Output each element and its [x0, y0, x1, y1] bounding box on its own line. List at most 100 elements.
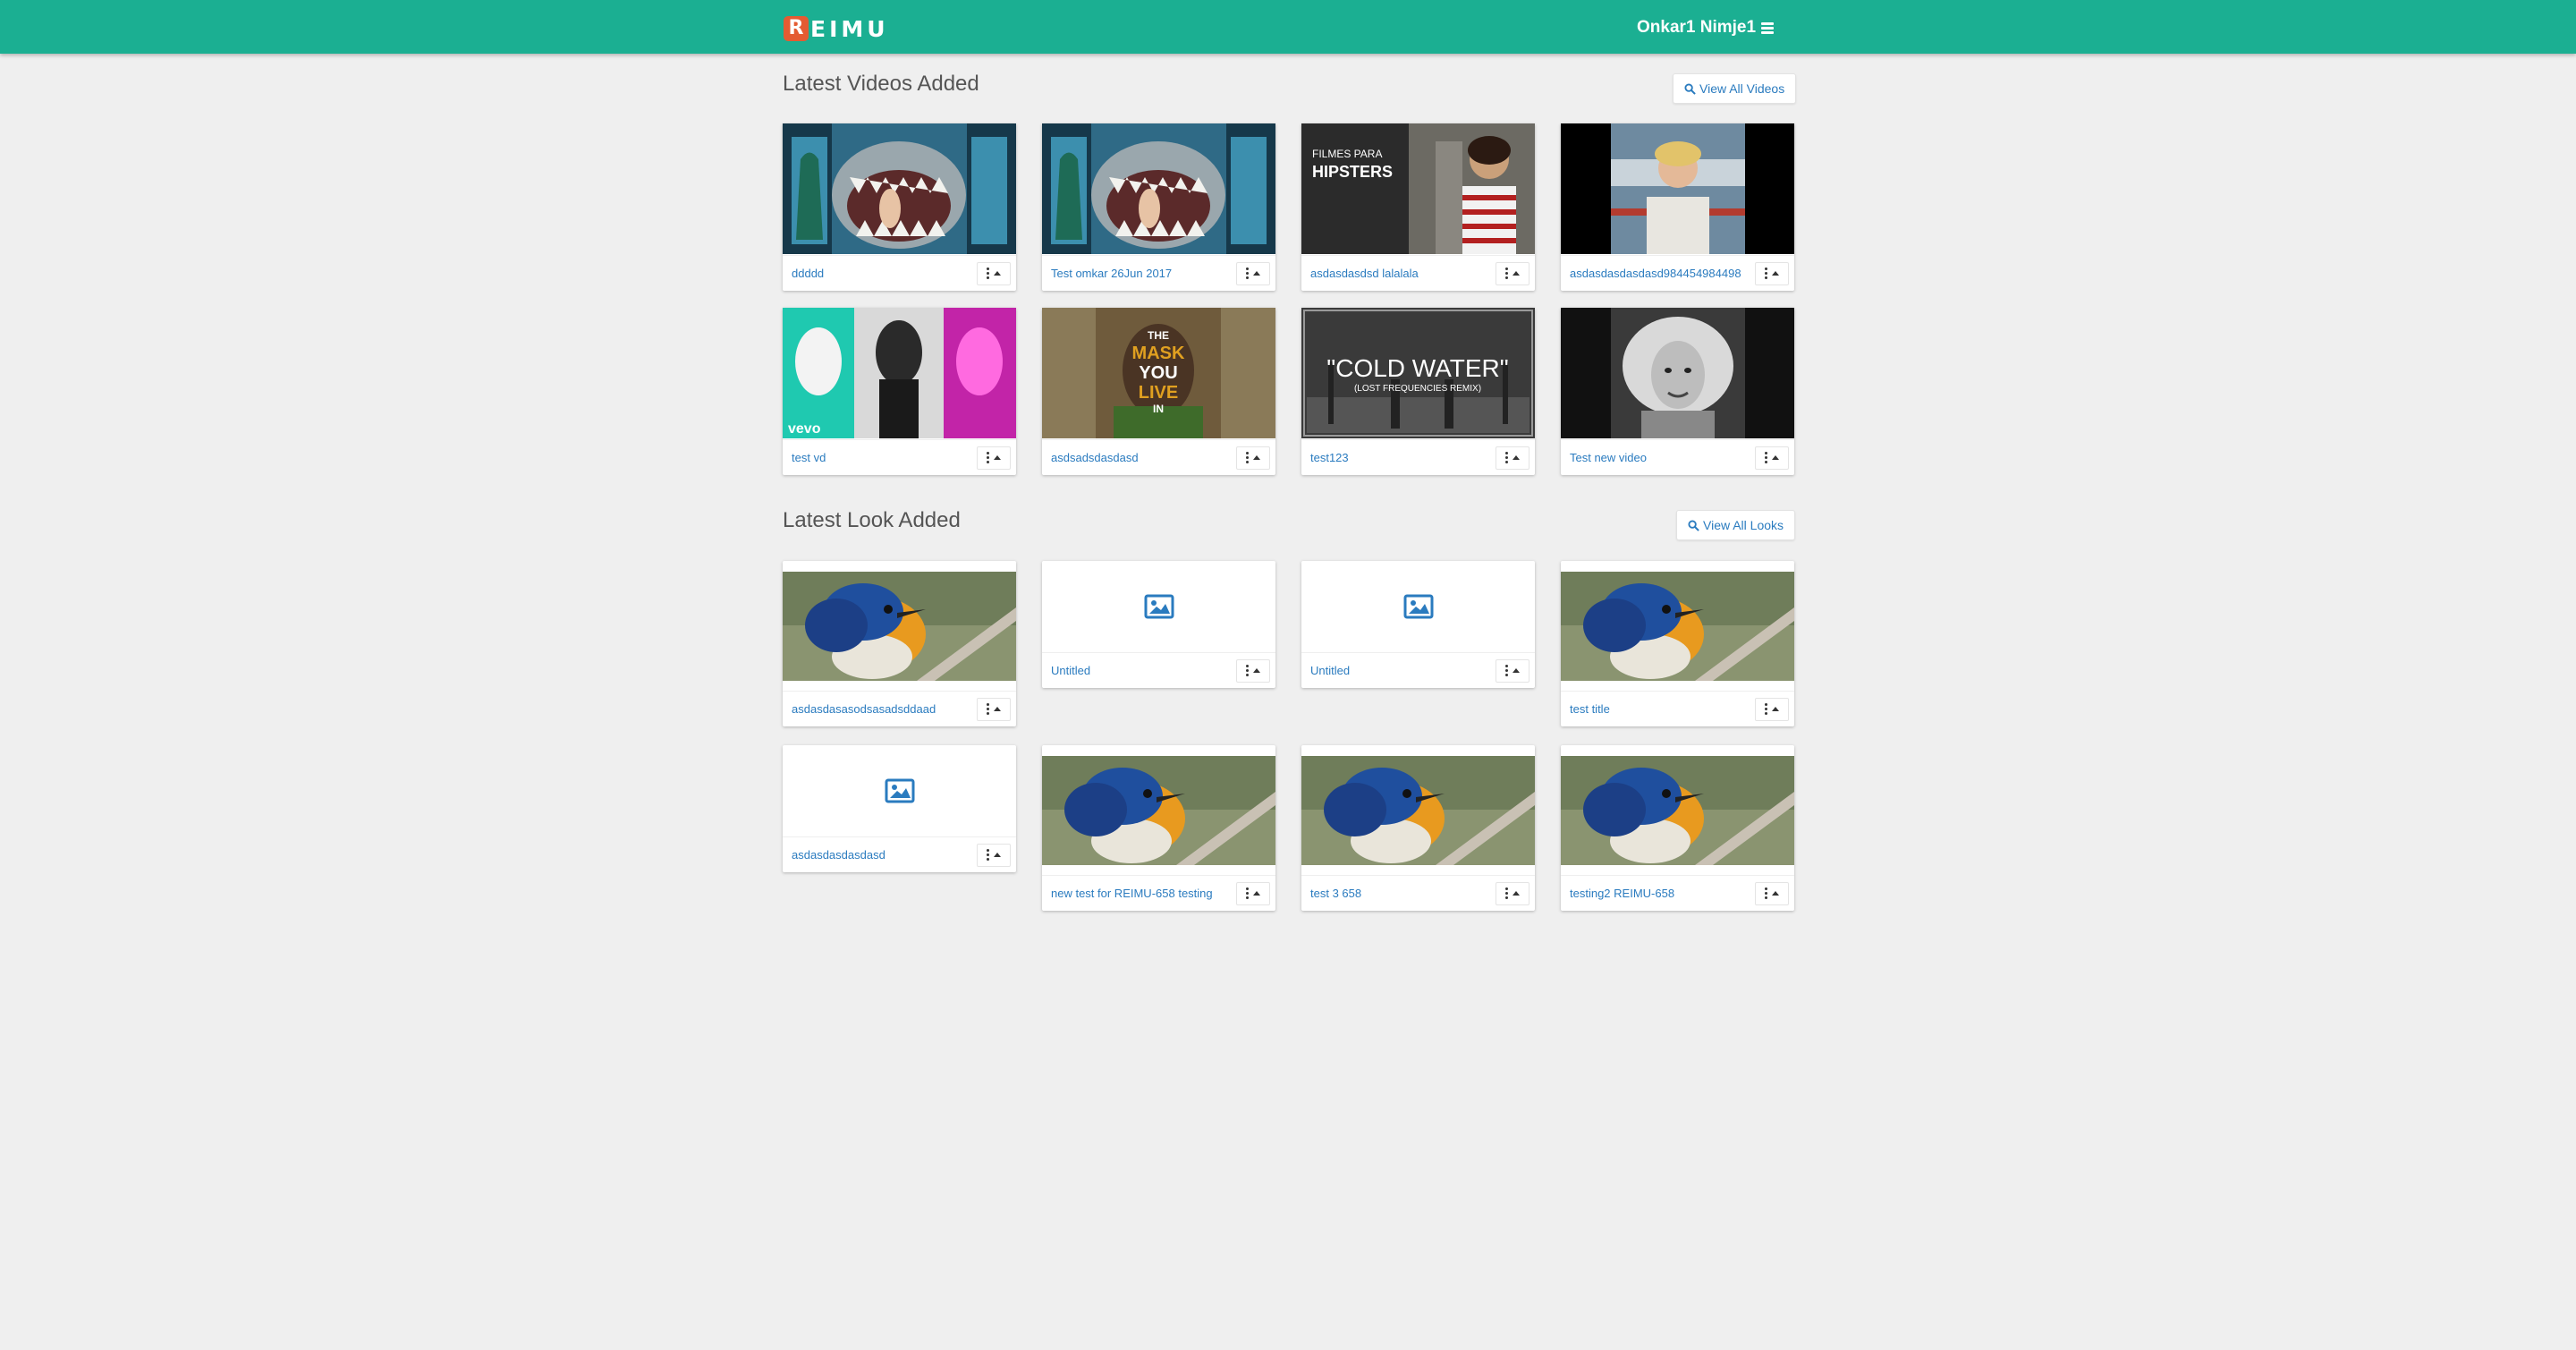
- video-thumbnail[interactable]: [1561, 308, 1794, 438]
- card-options-button[interactable]: [977, 843, 1011, 867]
- card-options-button[interactable]: [1236, 658, 1270, 683]
- video-thumbnail[interactable]: THE MASK YOU LIVE IN: [1042, 308, 1275, 438]
- video-title-link[interactable]: test123: [1310, 451, 1496, 464]
- card-footer: asdasdasdasdasd: [783, 836, 1016, 872]
- look-title-link[interactable]: asdasdasdasdasd: [792, 848, 977, 862]
- image-placeholder-icon: [1144, 594, 1174, 619]
- top-navbar: R EIMU Onkar1 Nimje1: [0, 0, 2576, 54]
- thumb-caption: THE: [1148, 329, 1169, 342]
- look-thumbnail[interactable]: [1042, 756, 1275, 865]
- more-vertical-icon: [1246, 267, 1249, 279]
- look-title-link[interactable]: Untitled: [1051, 664, 1236, 677]
- look-card[interactable]: test 3 658: [1301, 745, 1535, 911]
- card-footer: test title: [1561, 691, 1794, 726]
- card-options-button[interactable]: [1755, 697, 1789, 721]
- look-card[interactable]: Untitled: [1301, 561, 1535, 688]
- video-card[interactable]: Test new video: [1561, 308, 1794, 475]
- look-title-link[interactable]: asdasdasasodsasadsddaad: [792, 702, 977, 716]
- card-footer: asdasdasasodsasadsddaad: [783, 691, 1016, 726]
- video-title-link[interactable]: asdasdasdasdasd984454984498: [1570, 267, 1755, 280]
- video-title-link[interactable]: Test new video: [1570, 451, 1755, 464]
- look-card[interactable]: asdasdasdasdasd: [783, 745, 1016, 872]
- card-options-button[interactable]: [1496, 261, 1530, 285]
- video-card[interactable]: asdasdasdasdasd984454984498: [1561, 123, 1794, 291]
- more-vertical-icon: [987, 452, 989, 463]
- card-options-button[interactable]: [1236, 881, 1270, 905]
- video-card[interactable]: "COLD WATER" (LOST FREQUENCIES REMIX) te…: [1301, 308, 1535, 475]
- video-card[interactable]: vevo test vd: [783, 308, 1016, 475]
- more-vertical-icon: [1765, 703, 1767, 715]
- thumb-caption: LIVE: [1139, 383, 1178, 403]
- look-thumbnail[interactable]: [1561, 756, 1794, 865]
- look-card[interactable]: Untitled: [1042, 561, 1275, 688]
- card-options-button[interactable]: [977, 446, 1011, 470]
- look-card[interactable]: testing2 REIMU-658: [1561, 745, 1794, 911]
- caret-up-icon: [1513, 668, 1520, 673]
- video-title-link[interactable]: Test omkar 26Jun 2017: [1051, 267, 1236, 280]
- card-options-button[interactable]: [1236, 261, 1270, 285]
- card-options-button[interactable]: [1496, 446, 1530, 470]
- video-title-link[interactable]: asdsadsdasdasd: [1051, 451, 1236, 464]
- video-card[interactable]: THE MASK YOU LIVE IN asdsadsdasdasd: [1042, 308, 1275, 475]
- video-thumbnail[interactable]: "COLD WATER" (LOST FREQUENCIES REMIX): [1301, 308, 1535, 438]
- card-options-button[interactable]: [1755, 446, 1789, 470]
- logo-text: EIMU: [810, 15, 889, 42]
- user-menu[interactable]: Onkar1 Nimje1: [1637, 16, 1775, 39]
- more-vertical-icon: [1765, 452, 1767, 463]
- look-thumbnail[interactable]: [783, 572, 1016, 681]
- video-title-link[interactable]: ddddd: [792, 267, 977, 280]
- card-options-button[interactable]: [1236, 446, 1270, 470]
- card-options-button[interactable]: [977, 261, 1011, 285]
- video-thumbnail[interactable]: [1042, 123, 1275, 254]
- look-title-link[interactable]: Untitled: [1310, 664, 1496, 677]
- more-vertical-icon: [1765, 887, 1767, 899]
- card-options-button[interactable]: [1755, 881, 1789, 905]
- video-thumbnail[interactable]: [783, 123, 1016, 254]
- card-options-button[interactable]: [1755, 261, 1789, 285]
- look-thumbnail[interactable]: [783, 745, 1016, 836]
- caret-up-icon: [994, 853, 1001, 857]
- more-vertical-icon: [987, 703, 989, 715]
- look-title-link[interactable]: testing2 REIMU-658: [1570, 887, 1755, 900]
- caret-up-icon: [1253, 668, 1260, 673]
- card-footer: new test for REIMU-658 testing: [1042, 875, 1275, 911]
- search-icon: [1688, 519, 1699, 531]
- caret-up-icon: [994, 271, 1001, 276]
- video-thumbnail[interactable]: FILMES PARA HIPSTERS: [1301, 123, 1535, 254]
- video-title-link[interactable]: test vd: [792, 451, 977, 464]
- video-card[interactable]: ddddd: [783, 123, 1016, 291]
- view-all-looks-button[interactable]: View All Looks: [1676, 510, 1796, 540]
- look-thumbnail[interactable]: [1561, 572, 1794, 681]
- view-all-videos-button[interactable]: View All Videos: [1673, 73, 1797, 104]
- view-all-videos-label: View All Videos: [1699, 81, 1785, 96]
- more-vertical-icon: [1246, 452, 1249, 463]
- card-footer: asdasdasdasdasd984454984498: [1561, 255, 1794, 291]
- video-title-link[interactable]: asdasdasdsd lalalala: [1310, 267, 1496, 280]
- hamburger-menu-icon[interactable]: [1761, 21, 1775, 34]
- look-card[interactable]: test title: [1561, 561, 1794, 726]
- card-footer: Untitled: [1042, 652, 1275, 688]
- latest-looks-heading: Latest Look Added: [783, 508, 961, 532]
- video-thumbnail[interactable]: [1561, 123, 1794, 254]
- look-thumbnail[interactable]: [1301, 561, 1535, 652]
- video-thumbnail[interactable]: vevo: [783, 308, 1016, 438]
- caret-up-icon: [1772, 707, 1779, 711]
- caret-up-icon: [1253, 271, 1260, 276]
- card-options-button[interactable]: [977, 697, 1011, 721]
- more-vertical-icon: [987, 267, 989, 279]
- look-thumbnail[interactable]: [1042, 561, 1275, 652]
- look-title-link[interactable]: new test for REIMU-658 testing: [1051, 887, 1236, 900]
- card-options-button[interactable]: [1496, 881, 1530, 905]
- more-vertical-icon: [987, 849, 989, 861]
- look-title-link[interactable]: test 3 658: [1310, 887, 1496, 900]
- card-options-button[interactable]: [1496, 658, 1530, 683]
- look-card[interactable]: new test for REIMU-658 testing: [1042, 745, 1275, 911]
- card-footer: Test new video: [1561, 439, 1794, 475]
- reimu-logo[interactable]: R EIMU: [784, 14, 889, 43]
- thumb-caption: (LOST FREQUENCIES REMIX): [1354, 384, 1481, 394]
- look-card[interactable]: asdasdasasodsasadsddaad: [783, 561, 1016, 726]
- video-card[interactable]: FILMES PARA HIPSTERS asdasdasdsd lalalal…: [1301, 123, 1535, 291]
- look-thumbnail[interactable]: [1301, 756, 1535, 865]
- look-title-link[interactable]: test title: [1570, 702, 1755, 716]
- video-card[interactable]: Test omkar 26Jun 2017: [1042, 123, 1275, 291]
